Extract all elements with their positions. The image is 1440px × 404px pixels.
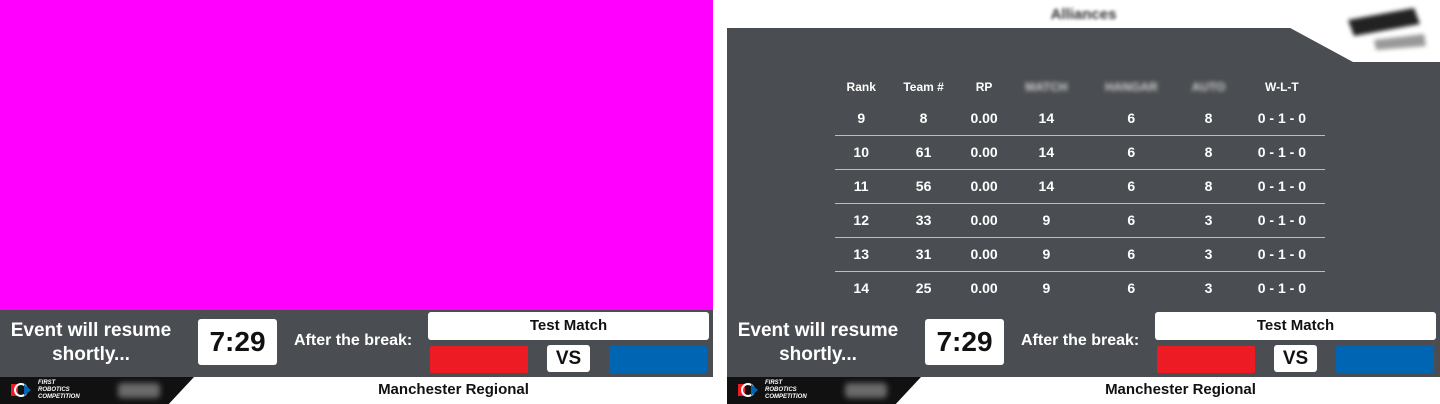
table-row: 9 8 0.00 14 6 8 0 - 1 - 0	[857, 109, 1306, 126]
standings-header-row: Rank Team # RP MATCH HANGAR AUTO W-L-T	[835, 73, 1325, 101]
first-logo-text: FIRST ROBOTICS COMPETITION	[38, 380, 80, 400]
col-auto: AUTO	[1191, 80, 1226, 94]
first-robotics-logo-icon	[11, 383, 31, 397]
vs-label: VS	[1274, 345, 1317, 372]
first-logo-text: FIRST ROBOTICS COMPETITION	[765, 380, 807, 400]
break-bar: Event will resume shortly... 7:29 After …	[0, 310, 713, 377]
col-team: Team #	[903, 80, 944, 94]
table-row: 10 61 0.00 14 6 8 0 - 1 - 0	[835, 134, 1325, 169]
break-bar: Event will resume shortly... 7:29 After …	[727, 310, 1440, 377]
resume-message: Event will resume shortly...	[10, 320, 172, 365]
display-right: Alliances Rank Team # RP MATCH HANGAR AU…	[727, 0, 1440, 404]
sponsor-logo	[118, 383, 160, 398]
footer-logo-area: FIRST ROBOTICS COMPETITION	[727, 377, 921, 404]
col-wlt: W-L-T	[1264, 80, 1299, 94]
after-break-label: After the break:	[1021, 332, 1140, 349]
video-placeholder	[0, 0, 713, 310]
col-rank: Rank	[846, 80, 876, 94]
first-robotics-logo-icon	[738, 383, 758, 397]
countdown-timer: 7:29	[925, 319, 1004, 365]
footer-logo-area: FIRST ROBOTICS COMPETITION	[0, 377, 194, 404]
sponsor-logo	[845, 383, 887, 398]
table-row: 11 56 0.00 14 6 8 0 - 1 - 0	[835, 168, 1325, 203]
next-match-name: Test Match	[428, 312, 709, 340]
col-hangar: HANGAR	[1104, 80, 1158, 94]
footer: FIRST ROBOTICS COMPETITION Manchester Re…	[727, 377, 1440, 404]
after-break-label: After the break:	[294, 332, 413, 349]
blue-alliance-box	[1336, 346, 1434, 373]
charged-up-logo-icon	[1348, 8, 1426, 50]
col-match: MATCH	[1025, 80, 1068, 94]
vs-label: VS	[547, 345, 590, 372]
display-left: Event will resume shortly... 7:29 After …	[0, 0, 713, 404]
resume-message: Event will resume shortly...	[737, 320, 899, 365]
blue-alliance-box	[609, 346, 707, 373]
countdown-timer: 7:29	[198, 319, 277, 365]
next-match-name: Test Match	[1155, 312, 1436, 340]
red-alliance-box	[430, 346, 528, 373]
red-alliance-box	[1157, 346, 1255, 373]
footer: FIRST ROBOTICS COMPETITION Manchester Re…	[0, 377, 713, 404]
table-row: 12 33 0.00 9 6 3 0 - 1 - 0	[835, 202, 1325, 237]
event-name: Manchester Regional	[1105, 381, 1256, 398]
standings-table: Rank Team # RP MATCH HANGAR AUTO W-L-T 9…	[835, 73, 1325, 305]
table-row: 13 31 0.00 9 6 3 0 - 1 - 0	[835, 236, 1325, 271]
table-row: 14 25 0.00 9 6 3 0 - 1 - 0	[835, 270, 1325, 305]
col-rp: RP	[975, 80, 993, 94]
event-name: Manchester Regional	[378, 381, 529, 398]
